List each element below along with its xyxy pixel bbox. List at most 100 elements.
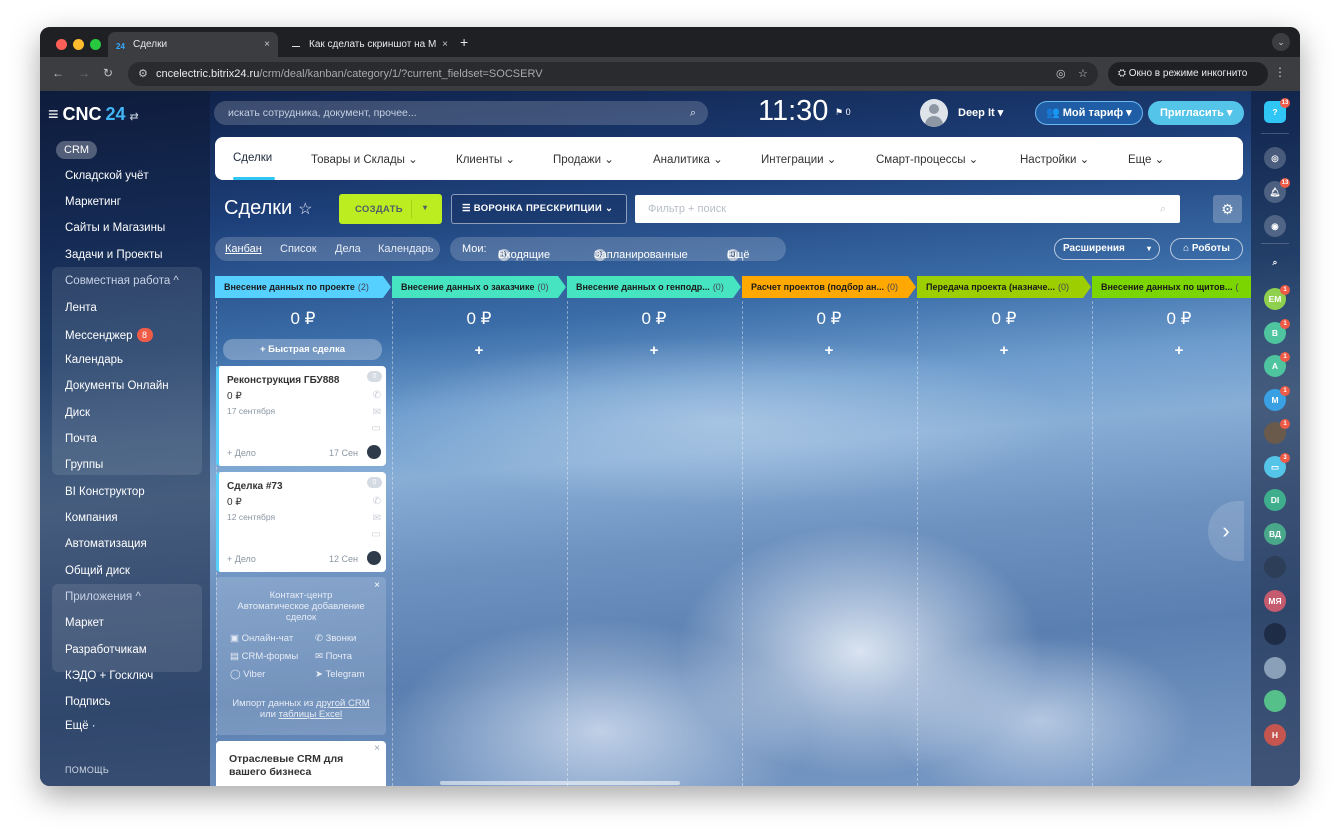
responsible-avatar[interactable] bbox=[367, 445, 381, 459]
tab-screenshot-article[interactable]: — Как сделать скриншот на М × bbox=[284, 32, 456, 57]
view-activities[interactable]: Дела bbox=[335, 243, 361, 255]
menu-item-signature[interactable]: Подпись bbox=[65, 696, 111, 708]
menu-item-messenger[interactable]: Мессенджер 8 bbox=[65, 328, 153, 342]
contact-avatar[interactable]: ЕМ 1 bbox=[1264, 285, 1290, 310]
add-activity-link[interactable]: + Дело bbox=[227, 554, 256, 564]
menu-item-developers[interactable]: Разработчикам bbox=[65, 644, 147, 656]
online-chat-link[interactable]: ▣ Онлайн-чат bbox=[230, 633, 293, 644]
browser-menu-icon[interactable]: ⋮ bbox=[1274, 65, 1286, 79]
menu-group-collab[interactable]: Совместная работа ^ bbox=[65, 275, 179, 287]
work-day-flag[interactable]: ⚑ 0 bbox=[835, 107, 851, 118]
menu-item-kedo[interactable]: КЭДО + Госключ bbox=[65, 670, 153, 682]
view-calendar[interactable]: Календарь bbox=[378, 243, 434, 255]
stage-header[interactable]: Внесение данных по щитов...( bbox=[1092, 276, 1251, 298]
search-icon[interactable]: ⌕ bbox=[1160, 195, 1166, 223]
maximize-window-button[interactable] bbox=[90, 39, 101, 50]
site-settings-icon[interactable]: ⚙ bbox=[138, 67, 148, 80]
stage-header[interactable]: Расчет проектов (подбор ан... (0) bbox=[742, 276, 916, 298]
tab-smart-processes[interactable]: Смарт-процессы ⌄ bbox=[876, 152, 978, 166]
my-plan-button[interactable]: 👥 Мой тариф ▾ bbox=[1035, 101, 1143, 125]
copilot-icon[interactable]: ◎ bbox=[1264, 147, 1286, 169]
deal-title[interactable]: Реконструкция ГБУ888 bbox=[227, 375, 339, 386]
contact-avatar[interactable]: DI bbox=[1264, 489, 1286, 511]
chevron-down-icon[interactable]: ▾ bbox=[423, 203, 427, 212]
close-tab-icon[interactable]: × bbox=[442, 32, 448, 57]
clock[interactable]: 11:30 bbox=[758, 95, 828, 128]
contact-avatar[interactable] bbox=[1264, 690, 1286, 712]
chat-avatar[interactable]: ▭ 3 bbox=[1264, 453, 1290, 478]
tab-analytics[interactable]: Аналитика ⌄ bbox=[653, 152, 723, 166]
scroll-right-arrow-icon[interactable]: › bbox=[1208, 501, 1244, 561]
quick-deal-button[interactable]: + Быстрая сделка bbox=[223, 339, 382, 360]
search-icon[interactable]: ⌕ bbox=[1264, 251, 1286, 273]
tab-deals-crm[interactable]: Сделки bbox=[233, 152, 272, 164]
menu-item-tasks[interactable]: Задачи и Проекты bbox=[65, 249, 163, 261]
menu-burger-icon[interactable]: ≡ bbox=[48, 104, 59, 124]
add-deal-plus-icon[interactable]: + bbox=[917, 342, 1091, 359]
chat-icon[interactable]: ▭ bbox=[372, 529, 381, 540]
add-activity-link[interactable]: + Дело bbox=[227, 448, 256, 458]
menu-item-crm[interactable]: CRM bbox=[56, 141, 98, 159]
contact-avatar[interactable]: А1 bbox=[1264, 352, 1290, 377]
menu-item-docs[interactable]: Документы Онлайн bbox=[65, 380, 169, 392]
menu-item-bi[interactable]: BI Конструктор bbox=[65, 486, 145, 498]
minimize-window-button[interactable] bbox=[73, 39, 84, 50]
menu-item-mail[interactable]: Почта bbox=[65, 433, 97, 445]
menu-item-automation[interactable]: Автоматизация bbox=[65, 538, 147, 550]
horizontal-scrollbar[interactable] bbox=[440, 781, 680, 785]
deal-card[interactable]: Реконструкция ГБУ888 0 0 ₽ 17 сентября ✆… bbox=[216, 366, 386, 466]
address-bar[interactable]: ⚙ cncelectric.bitrix24.ru/crm/deal/kanba… bbox=[128, 62, 1098, 86]
portal-logo[interactable]: ≡ CNC 24 ⇄ bbox=[48, 104, 139, 125]
menu-item-market[interactable]: Маркет bbox=[65, 617, 104, 629]
phone-icon[interactable]: ✆ bbox=[373, 496, 381, 507]
menu-item-warehouse[interactable]: Складской учёт bbox=[65, 170, 149, 182]
reload-icon[interactable]: ↻ bbox=[103, 66, 113, 80]
menu-item-drive[interactable]: Диск bbox=[65, 407, 90, 419]
tab-search-chevron-icon[interactable]: ⌄ bbox=[1272, 33, 1290, 51]
incognito-indicator[interactable]: ⛭ Окно в режиме инкогнито bbox=[1108, 62, 1268, 86]
menu-item-marketing[interactable]: Маркетинг bbox=[65, 196, 121, 208]
portal-switch-icon[interactable]: ⇄ bbox=[130, 111, 139, 123]
menu-item-company[interactable]: Компания bbox=[65, 512, 118, 524]
tab-deals[interactable]: 24 Сделки × bbox=[108, 32, 278, 57]
tab-clients[interactable]: Клиенты ⌄ bbox=[456, 152, 515, 166]
menu-group-apps[interactable]: Приложения ^ bbox=[65, 591, 141, 603]
other-crm-link[interactable]: другой CRM bbox=[316, 698, 370, 709]
bookmark-star-icon[interactable]: ☆ bbox=[1078, 67, 1088, 80]
tab-sales[interactable]: Продажи ⌄ bbox=[553, 152, 614, 166]
email-icon[interactable]: ✉ bbox=[373, 513, 381, 524]
eye-off-icon[interactable]: ◎ bbox=[1056, 67, 1066, 80]
industry-crm-card[interactable]: × Отраслевые CRM для вашего бизнеса bbox=[216, 741, 386, 786]
calls-link[interactable]: ✆ Звонки bbox=[315, 633, 356, 644]
search-icon[interactable]: ⌕ bbox=[690, 101, 696, 125]
contact-avatar[interactable]: МЯ bbox=[1264, 590, 1286, 612]
view-list[interactable]: Список bbox=[280, 243, 317, 255]
tab-integrations[interactable]: Интеграции ⌄ bbox=[761, 152, 836, 166]
help-question-icon[interactable]: ? 13 bbox=[1264, 98, 1290, 123]
contact-avatar[interactable]: 1 bbox=[1264, 419, 1290, 444]
add-deal-plus-icon[interactable]: + bbox=[742, 342, 916, 359]
tab-products[interactable]: Товары и Склады ⌄ bbox=[311, 152, 418, 166]
phone-icon[interactable]: ✆ bbox=[373, 390, 381, 401]
help-link[interactable]: ПОМОЩЬ bbox=[65, 765, 109, 775]
create-deal-button[interactable]: СОЗДАТЬ ▾ bbox=[339, 194, 442, 224]
add-deal-plus-icon[interactable]: + bbox=[1092, 342, 1266, 359]
responsible-avatar[interactable] bbox=[367, 551, 381, 565]
forward-arrow-icon[interactable]: → bbox=[78, 66, 90, 80]
stage-header[interactable]: Внесение данных о заказчике (0) bbox=[392, 276, 566, 298]
menu-item-shared-disk[interactable]: Общий диск bbox=[65, 565, 130, 577]
crm-forms-link[interactable]: ▤ CRM-формы bbox=[230, 651, 298, 662]
global-search-input[interactable]: искать сотрудника, документ, прочее... ⌕ bbox=[214, 101, 708, 125]
deal-card[interactable]: Сделка #73 0 0 ₽ 12 сентября ✆ ✉ ▭ + Дел… bbox=[216, 472, 386, 572]
email-icon[interactable]: ✉ bbox=[373, 407, 381, 418]
menu-item-sites[interactable]: Сайты и Магазины bbox=[65, 222, 165, 234]
contact-avatar[interactable] bbox=[1264, 657, 1286, 679]
close-tab-icon[interactable]: × bbox=[264, 32, 270, 57]
chat-icon[interactable]: ▭ bbox=[372, 423, 381, 434]
mail-link[interactable]: ✉ Почта bbox=[315, 651, 352, 662]
add-deal-plus-icon[interactable]: + bbox=[567, 342, 741, 359]
extensions-button[interactable]: Расширения ▾ bbox=[1054, 238, 1160, 260]
menu-item-more[interactable]: Ещё · bbox=[65, 720, 96, 732]
add-deal-plus-icon[interactable]: + bbox=[392, 342, 566, 359]
tab-more[interactable]: Еще ⌄ bbox=[1128, 152, 1164, 166]
